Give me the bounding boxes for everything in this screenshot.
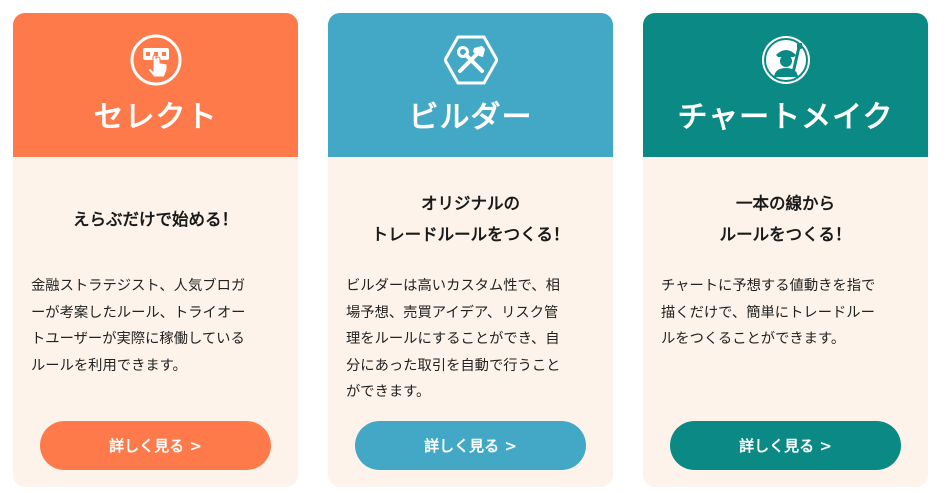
description-line: ができます。 [346, 384, 431, 400]
tagline-line: えらぶだけで始める！ [73, 209, 238, 229]
tagline-line: ルールをつくる！ [719, 225, 852, 244]
tagline-line: オリジナルの [421, 194, 520, 213]
description-line: 理をルールにすることができ、自 [346, 331, 560, 347]
details-button-builder[interactable]: 詳しく見る > [355, 421, 586, 470]
card-builder-header: ビルダー [328, 13, 613, 157]
card-builder: ビルダー オリジナルの トレードルールをつくる！ ビルダーは高いカスタム性で、相… [328, 13, 613, 487]
card-title: ビルダー [408, 100, 533, 135]
card-title: チャートメイク [677, 100, 894, 135]
description-line: 描くだけで、簡単にトレードルー [661, 304, 875, 321]
card-description: ビルダーは高いカスタム性で、相 場予想、売買アイデア、リスク管 理をルールにする… [328, 273, 613, 406]
description-line: トユーザーが実際に稼働している [31, 331, 245, 347]
card-select-header: セレクト [13, 13, 298, 157]
tap-menu-icon [129, 33, 183, 87]
description-line: 場予想、売買アイデア、リスク管 [346, 304, 559, 321]
card-chartmake-header: チャートメイク [643, 13, 928, 157]
card-description: チャートに予想する値動きを指で 描くだけで、簡単にトレードルー ルをつくることが… [643, 273, 928, 353]
description-line: ルをつくることができます。 [661, 331, 846, 347]
card-chartmake: チャートメイク 一本の線から ルールをつくる！ チャートに予想する値動きを指で … [643, 13, 928, 487]
tagline-line: トレードルールをつくる！ [371, 225, 570, 244]
tools-icon [443, 33, 498, 87]
card-title: セレクト [93, 100, 218, 135]
description-line: ルールを利用できます。 [31, 357, 187, 374]
card-description: 金融ストラテジスト、人気ブロガ ーが考案したルール、トライオー トユーザーが実際… [13, 273, 298, 379]
card-tagline: オリジナルの トレードルールをつくる！ [328, 171, 613, 267]
painter-icon [759, 33, 813, 87]
details-button-chartmake[interactable]: 詳しく見る > [670, 421, 901, 470]
description-line: ビルダーは高いカスタム性で、相 [346, 278, 560, 294]
details-button-select[interactable]: 詳しく見る > [40, 421, 271, 470]
card-select: セレクト えらぶだけで始める！ 金融ストラテジスト、人気ブロガ ーが考案したルー… [13, 13, 298, 487]
description-line: チャートに予想する値動きを指で [661, 278, 876, 294]
card-tagline: 一本の線から ルールをつくる！ [643, 171, 928, 267]
description-line: 分にあった取引を自動で行うこと [346, 357, 561, 374]
tagline-line: 一本の線から [736, 194, 835, 213]
card-tagline: えらぶだけで始める！ [13, 171, 298, 267]
description-line: 金融ストラテジスト、人気ブロガ [31, 278, 246, 294]
description-line: ーが考案したルール、トライオー [31, 304, 246, 321]
